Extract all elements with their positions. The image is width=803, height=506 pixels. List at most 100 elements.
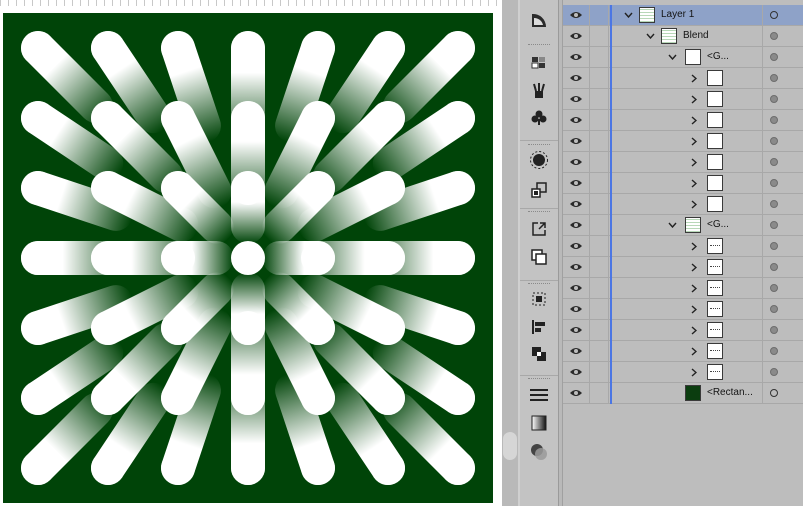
chevron-down-icon[interactable]	[667, 51, 677, 63]
eye-icon[interactable]	[563, 152, 589, 172]
layer-row[interactable]	[563, 89, 803, 110]
chevron-right-icon[interactable]	[689, 324, 699, 336]
transparency-icon[interactable]	[527, 440, 551, 464]
eye-icon[interactable]	[563, 236, 589, 256]
canvas-area[interactable]	[0, 0, 518, 506]
target-icon[interactable]	[770, 305, 778, 313]
lock-toggle[interactable]	[589, 5, 609, 25]
target-icon[interactable]	[770, 242, 778, 250]
chevron-right-icon[interactable]	[689, 177, 699, 189]
chevron-right-icon[interactable]	[689, 282, 699, 294]
target-icon[interactable]	[770, 116, 778, 124]
swatches-icon[interactable]	[527, 51, 551, 75]
layer-row[interactable]	[563, 131, 803, 152]
gradient-icon[interactable]	[527, 411, 551, 435]
chevron-right-icon[interactable]	[689, 72, 699, 84]
artboards-icon[interactable]	[527, 245, 551, 269]
layer-row[interactable]	[563, 110, 803, 131]
eye-icon[interactable]	[563, 278, 589, 298]
lock-toggle[interactable]	[589, 320, 609, 340]
layer-row[interactable]: <Rectan...	[563, 383, 803, 404]
layer-row[interactable]: <G...	[563, 47, 803, 68]
lock-toggle[interactable]	[589, 257, 609, 277]
layer-row[interactable]	[563, 278, 803, 299]
layer-name[interactable]: <G...	[707, 219, 729, 230]
lock-toggle[interactable]	[589, 194, 609, 214]
brushes-icon[interactable]	[527, 79, 551, 103]
scrollbar-thumb[interactable]	[503, 432, 517, 460]
eye-icon[interactable]	[563, 26, 589, 46]
eye-icon[interactable]	[563, 383, 589, 403]
target-icon[interactable]	[770, 200, 778, 208]
lock-toggle[interactable]	[589, 68, 609, 88]
lock-toggle[interactable]	[589, 110, 609, 130]
target-icon[interactable]	[770, 74, 778, 82]
target-icon[interactable]	[770, 95, 778, 103]
eye-icon[interactable]	[563, 341, 589, 361]
target-icon[interactable]	[770, 326, 778, 334]
target-icon[interactable]	[770, 11, 778, 19]
eye-icon[interactable]	[563, 320, 589, 340]
lock-toggle[interactable]	[589, 278, 609, 298]
chevron-right-icon[interactable]	[689, 135, 699, 147]
layer-name[interactable]: Blend	[683, 30, 709, 41]
eye-icon[interactable]	[563, 47, 589, 67]
eye-icon[interactable]	[563, 68, 589, 88]
eye-icon[interactable]	[563, 110, 589, 130]
eye-icon[interactable]	[563, 215, 589, 235]
lock-toggle[interactable]	[589, 215, 609, 235]
layer-name[interactable]: <Rectan...	[707, 387, 753, 398]
lock-toggle[interactable]	[589, 362, 609, 382]
target-icon[interactable]	[770, 263, 778, 271]
layer-name[interactable]: <G...	[707, 51, 729, 62]
layer-name[interactable]: Layer 1	[661, 9, 694, 20]
chevron-down-icon[interactable]	[667, 219, 677, 231]
target-icon[interactable]	[770, 179, 778, 187]
layer-row[interactable]	[563, 299, 803, 320]
chevron-right-icon[interactable]	[689, 366, 699, 378]
eye-icon[interactable]	[563, 194, 589, 214]
layer-row[interactable]	[563, 257, 803, 278]
eye-icon[interactable]	[563, 131, 589, 151]
appearance-icon[interactable]	[527, 148, 551, 172]
transform-align-icon[interactable]	[527, 315, 551, 339]
eye-icon[interactable]	[563, 5, 589, 25]
chevron-right-icon[interactable]	[689, 114, 699, 126]
layer-row[interactable]	[563, 362, 803, 383]
chevron-right-icon[interactable]	[689, 198, 699, 210]
eye-icon[interactable]	[563, 257, 589, 277]
layer-row[interactable]	[563, 341, 803, 362]
layer-row[interactable]	[563, 194, 803, 215]
target-icon[interactable]	[770, 137, 778, 145]
lock-toggle[interactable]	[589, 341, 609, 361]
eye-icon[interactable]	[563, 362, 589, 382]
layer-row[interactable]	[563, 68, 803, 89]
target-icon[interactable]	[770, 221, 778, 229]
eye-icon[interactable]	[563, 89, 589, 109]
stroke-icon[interactable]	[527, 383, 551, 407]
target-icon[interactable]	[770, 158, 778, 166]
layer-row[interactable]	[563, 320, 803, 341]
pathfinder-icon[interactable]	[527, 342, 551, 366]
lock-toggle[interactable]	[589, 383, 609, 403]
chevron-down-icon[interactable]	[645, 30, 655, 42]
layer-row[interactable]	[563, 152, 803, 173]
chevron-right-icon[interactable]	[689, 240, 699, 252]
layer-row[interactable]	[563, 236, 803, 257]
target-icon[interactable]	[770, 347, 778, 355]
eye-icon[interactable]	[563, 173, 589, 193]
export-icon[interactable]	[527, 217, 551, 241]
perspective-grid-icon[interactable]	[527, 8, 551, 32]
target-icon[interactable]	[770, 368, 778, 376]
chevron-right-icon[interactable]	[689, 345, 699, 357]
lock-toggle[interactable]	[589, 173, 609, 193]
target-icon[interactable]	[770, 32, 778, 40]
target-icon[interactable]	[770, 389, 778, 397]
eye-icon[interactable]	[563, 299, 589, 319]
layer-row[interactable]: Layer 1	[563, 5, 803, 26]
artwork-blend[interactable]	[3, 13, 493, 503]
chevron-right-icon[interactable]	[689, 261, 699, 273]
layer-row[interactable]: <G...	[563, 215, 803, 236]
chevron-right-icon[interactable]	[689, 156, 699, 168]
lock-toggle[interactable]	[589, 47, 609, 67]
